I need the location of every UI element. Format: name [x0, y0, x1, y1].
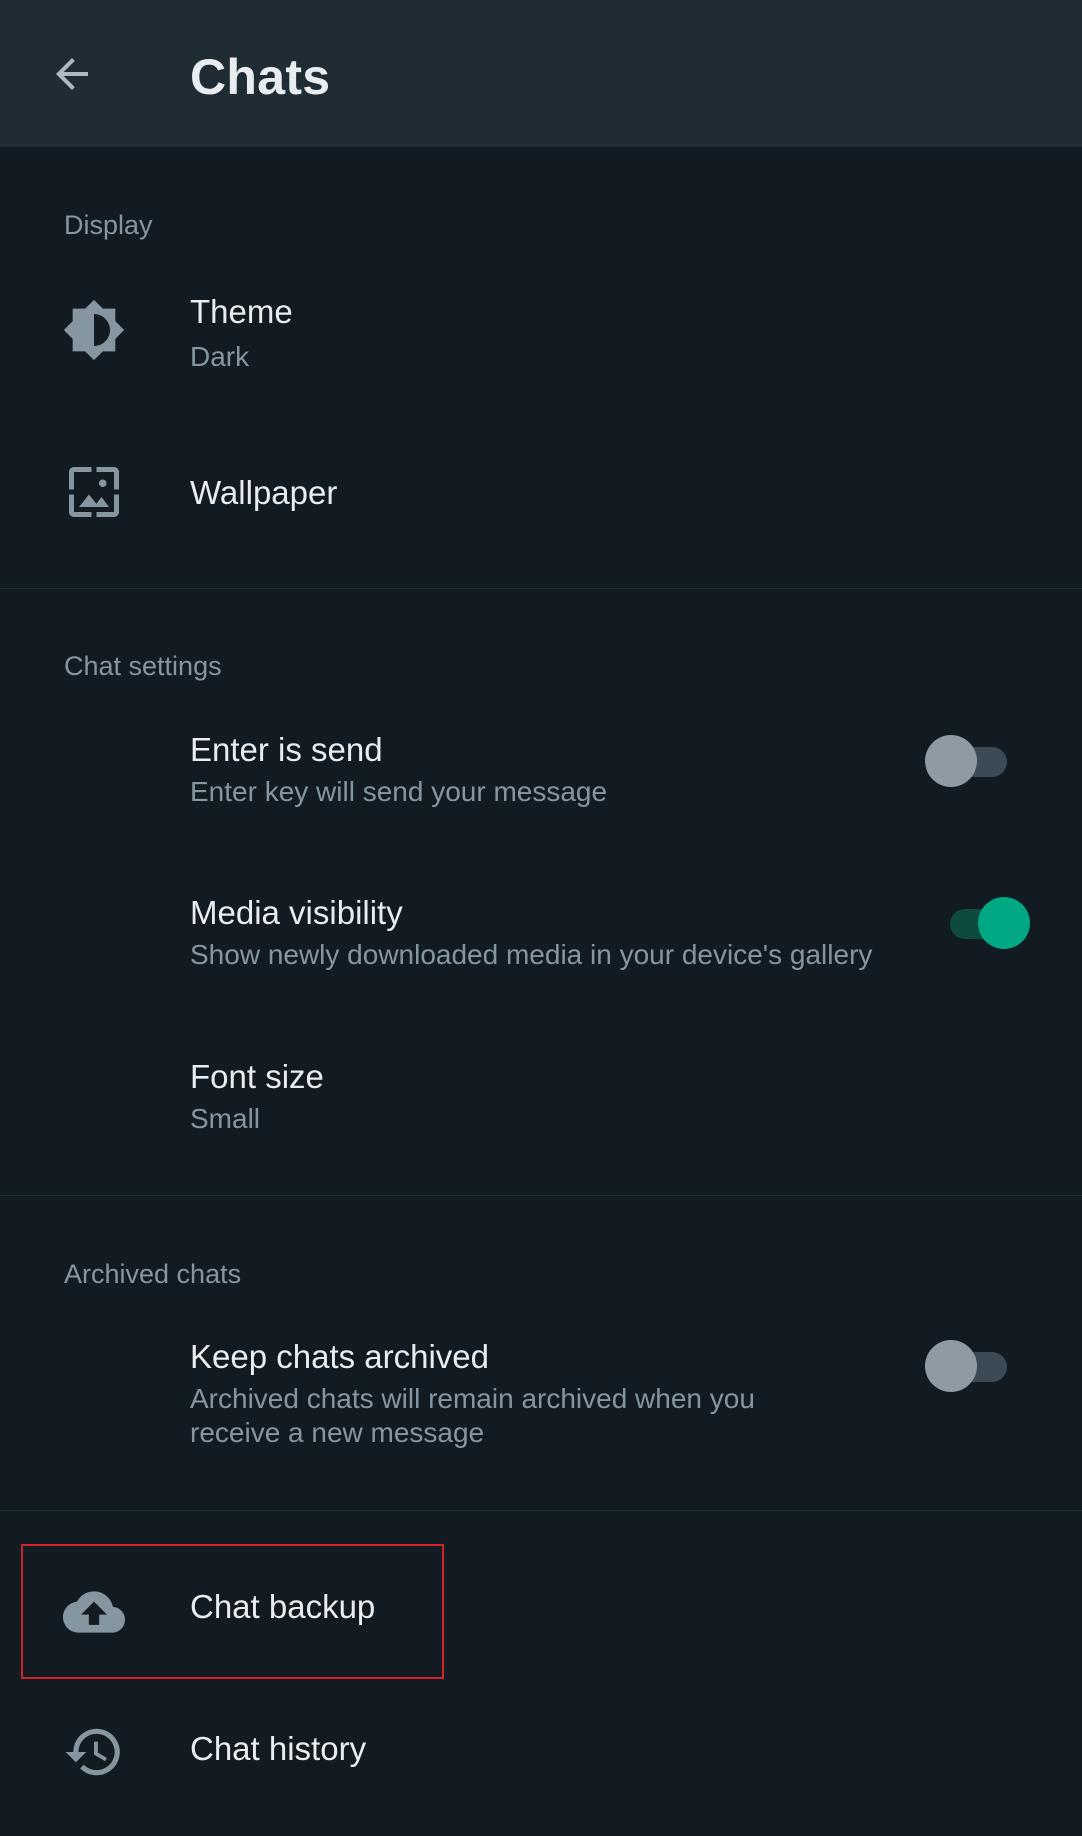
- theme-row[interactable]: Theme Dark: [0, 262, 1082, 402]
- media-visibility-subtitle: Show newly downloaded media in your devi…: [190, 939, 873, 970]
- page-title: Chats: [190, 49, 331, 105]
- font-size-title: Font size: [190, 1058, 324, 1095]
- chats-settings-page: Chats Display Theme Dark Wallpaper Chat …: [0, 0, 1082, 1836]
- enter-is-send-title: Enter is send: [190, 731, 383, 768]
- section-header-display: Display: [64, 210, 153, 240]
- divider: [0, 1195, 1082, 1196]
- app-bar: Chats: [0, 0, 1082, 147]
- theme-title: Theme: [190, 293, 293, 330]
- toggle-thumb: [978, 897, 1030, 949]
- toggle-thumb: [925, 1340, 977, 1392]
- arrow-back-icon: [56, 58, 88, 90]
- media-visibility-toggle[interactable]: [948, 896, 1042, 950]
- media-visibility-title: Media visibility: [190, 894, 403, 931]
- media-visibility-row[interactable]: Media visibility Show newly downloaded m…: [0, 874, 1082, 1004]
- wallpaper-icon: [60, 458, 128, 526]
- keep-chats-archived-toggle[interactable]: [925, 1339, 1019, 1393]
- keep-chats-archived-subtitle-line1: Archived chats will remain archived when…: [190, 1383, 755, 1414]
- wallpaper-row[interactable]: Wallpaper: [0, 436, 1082, 548]
- highlight-box: [21, 1544, 444, 1679]
- section-header-chat-settings: Chat settings: [64, 651, 222, 681]
- enter-is-send-toggle[interactable]: [925, 734, 1019, 788]
- history-icon: [60, 1718, 128, 1786]
- wallpaper-title: Wallpaper: [190, 474, 338, 511]
- theme-value: Dark: [190, 341, 250, 372]
- section-header-archived: Archived chats: [64, 1259, 242, 1289]
- divider: [0, 1510, 1082, 1511]
- keep-chats-archived-subtitle-line2: receive a new message: [190, 1417, 485, 1448]
- font-size-row[interactable]: Font size Small: [0, 1036, 1082, 1166]
- keep-chats-archived-title: Keep chats archived: [190, 1338, 490, 1375]
- brightness-icon: [60, 296, 128, 364]
- enter-is-send-subtitle: Enter key will send your message: [190, 776, 608, 807]
- enter-is-send-row[interactable]: Enter is send Enter key will send your m…: [0, 710, 1082, 840]
- toggle-thumb: [925, 735, 977, 787]
- chat-history-title: Chat history: [190, 1730, 367, 1767]
- font-size-value: Small: [190, 1103, 261, 1134]
- divider: [0, 588, 1082, 589]
- back-button[interactable]: [42, 44, 102, 104]
- keep-chats-archived-row[interactable]: Keep chats archived Archived chats will …: [0, 1320, 1082, 1480]
- chat-history-row[interactable]: Chat history: [0, 1694, 1082, 1814]
